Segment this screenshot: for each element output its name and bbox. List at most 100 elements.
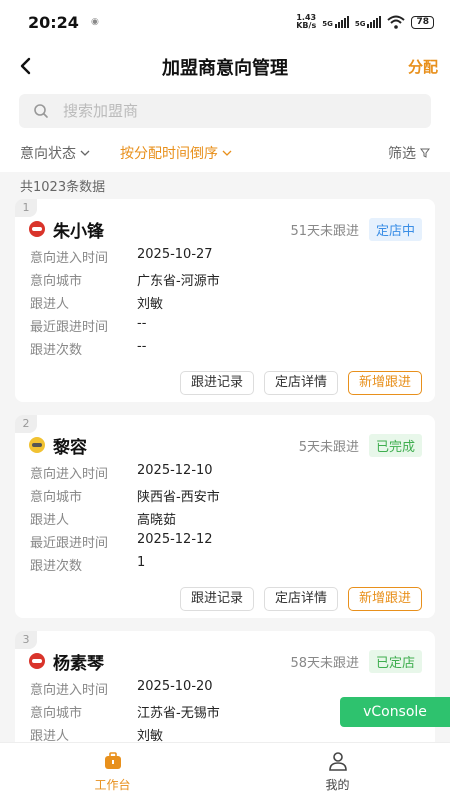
franchisee-name: 朱小锋 (53, 221, 104, 242)
days-since-follow: 5天未跟进 (298, 439, 359, 455)
franchisee-name: 杨素琴 (53, 653, 104, 674)
follower-row: 跟进人 刘敏 (30, 725, 163, 742)
store-detail-button[interactable]: 定店详情 (263, 371, 338, 395)
nav-header: 加盟商意向管理 分配 (0, 44, 450, 90)
tab-bar: 工作台 我的 (0, 742, 450, 800)
status-badge: 已完成 (368, 433, 422, 457)
field-label: 意向城市 (30, 274, 83, 289)
card-index: 2 (15, 415, 37, 433)
city-row: 意向城市 广东省-河源市 (30, 270, 220, 289)
avatar-icon (29, 437, 45, 453)
signal-icon-2: 5G (355, 16, 382, 28)
sort-filter[interactable]: 按分配时间倒序 (120, 143, 232, 163)
card-index: 3 (15, 631, 37, 649)
assign-button[interactable]: 分配 (408, 56, 438, 77)
field-value: 2025-12-10 (137, 463, 213, 478)
search-bar (0, 90, 450, 134)
field-value: 江苏省-无锡市 (137, 706, 220, 721)
screen-filter[interactable]: 筛选 (388, 143, 430, 163)
record-count: 共1023条数据 (20, 180, 106, 195)
field-value: 陕西省-西安市 (137, 490, 220, 505)
city-row: 意向城市 陕西省-西安市 (30, 486, 220, 505)
field-value: 刘敏 (137, 729, 164, 742)
card-header: 黎容 5天未跟进 已完成 (28, 433, 422, 458)
last-follow-row: 最近跟进时间 2025-12-12 (30, 532, 213, 551)
tab-mine-label: 我的 (325, 778, 350, 792)
signal-icon: 5G (322, 16, 349, 28)
field-label: 跟进次数 (30, 343, 83, 358)
field-label: 意向进入时间 (30, 683, 109, 698)
card-index: 1 (15, 199, 37, 217)
field-label: 跟进人 (30, 729, 70, 742)
field-label: 意向城市 (30, 706, 83, 721)
chevron-down-icon (222, 150, 232, 156)
days-since-follow: 58天未跟进 (290, 655, 359, 671)
field-value: 2025-12-12 (137, 532, 213, 547)
avatar-icon (29, 221, 45, 237)
card-header: 杨素琴 58天未跟进 已定店 (28, 649, 422, 674)
field-label: 跟进人 (30, 513, 70, 528)
filter-bar: 意向状态 按分配时间倒序 筛选 (0, 134, 450, 172)
status-filter[interactable]: 意向状态 (20, 143, 90, 163)
field-value: -- (137, 316, 147, 331)
status-icons: 1.43 KB/s 5G 5G 78 (296, 14, 434, 30)
briefcase-icon (104, 752, 121, 769)
back-arrow-icon[interactable] (16, 56, 36, 76)
field-value: 广东省-河源市 (137, 274, 220, 289)
sort-filter-label: 按分配时间倒序 (120, 146, 218, 162)
screen-filter-label: 筛选 (388, 146, 416, 162)
field-label: 意向进入时间 (30, 467, 109, 482)
follower-row: 跟进人 刘敏 (30, 293, 163, 312)
filter-icon (420, 148, 430, 158)
net-speed: 1.43 KB/s (296, 13, 317, 30)
status-badge: 已定店 (368, 649, 422, 673)
card-actions: 跟进记录 定店详情 新增跟进 (179, 371, 422, 395)
field-label: 跟进次数 (30, 559, 83, 574)
page-title: 加盟商意向管理 (162, 58, 288, 79)
tab-mine[interactable]: 我的 (225, 743, 450, 800)
status-badge: 定店中 (368, 217, 422, 241)
tab-workbench[interactable]: 工作台 (0, 743, 225, 800)
follow-records-button[interactable]: 跟进记录 (179, 587, 254, 611)
status-time: 20:24 (28, 12, 79, 32)
field-label: 最近跟进时间 (30, 536, 109, 551)
field-value: 1 (137, 555, 146, 570)
entry-time-row: 意向进入时间 2025-12-10 (30, 463, 213, 482)
field-value: 2025-10-20 (137, 679, 213, 694)
add-follow-button[interactable]: 新增跟进 (347, 587, 422, 611)
follow-count-row: 跟进次数 -- (30, 339, 146, 358)
avatar-icon (29, 653, 45, 669)
battery-icon: 78 (411, 15, 434, 29)
franchisee-card[interactable]: 2 黎容 5天未跟进 已完成 意向进入时间 2025-12-10 意向城市 陕西省-… (15, 415, 435, 618)
follower-row: 跟进人 高晓茹 (30, 509, 176, 528)
last-follow-row: 最近跟进时间 -- (30, 316, 146, 335)
days-since-follow: 51天未跟进 (290, 223, 359, 239)
franchisee-card[interactable]: 1 朱小锋 51天未跟进 定店中 意向进入时间 2025-10-27 意向城市 广东… (15, 199, 435, 402)
field-label: 最近跟进时间 (30, 320, 109, 335)
search-icon (34, 104, 48, 118)
entry-time-row: 意向进入时间 2025-10-27 (30, 247, 213, 266)
status-filter-label: 意向状态 (20, 146, 76, 162)
follow-records-button[interactable]: 跟进记录 (179, 371, 254, 395)
tab-workbench-label: 工作台 (94, 778, 131, 792)
wifi-icon (387, 15, 406, 29)
field-value: 刘敏 (137, 297, 164, 312)
store-detail-button[interactable]: 定店详情 (263, 587, 338, 611)
field-value: 2025-10-27 (137, 247, 213, 262)
status-bar: 20:24 ◉ 1.43 KB/s 5G 5G 78 (0, 0, 450, 44)
field-label: 跟进人 (30, 297, 70, 312)
card-actions: 跟进记录 定店详情 新增跟进 (179, 587, 422, 611)
search-box[interactable] (19, 94, 431, 128)
card-header: 朱小锋 51天未跟进 定店中 (28, 217, 422, 242)
vconsole-button[interactable]: vConsole (340, 697, 450, 727)
notification-icon: ◉ (90, 17, 99, 27)
city-row: 意向城市 江苏省-无锡市 (30, 702, 220, 721)
field-value: -- (137, 339, 147, 354)
user-icon (328, 752, 347, 771)
add-follow-button[interactable]: 新增跟进 (347, 371, 422, 395)
search-input[interactable] (63, 102, 383, 120)
follow-count-row: 跟进次数 1 (30, 555, 145, 574)
chevron-down-icon (80, 150, 90, 156)
field-value: 高晓茹 (137, 513, 177, 528)
franchisee-name: 黎容 (53, 437, 87, 458)
